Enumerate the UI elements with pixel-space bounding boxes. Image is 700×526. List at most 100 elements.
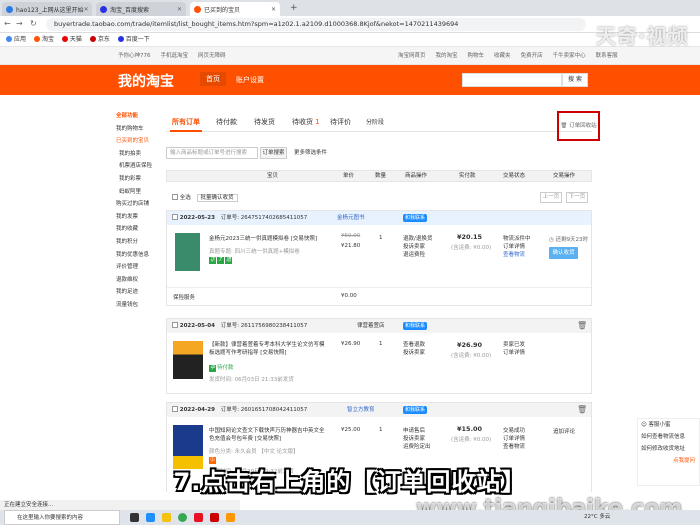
header-search-button[interactable]: 搜 索 [562, 73, 588, 87]
complain-link[interactable]: 投诉卖家 [403, 244, 425, 250]
service-link[interactable]: 联系客服 [596, 53, 618, 59]
sidebar-item-data-wallet[interactable]: 流量钱包 [116, 299, 158, 312]
sidebar-item-reviews[interactable]: 评价管理 [116, 261, 158, 274]
tab-to-review[interactable]: 待评价 [330, 117, 351, 127]
user-link[interactable]: 予你心神776 [118, 53, 151, 59]
home-link[interactable]: 淘宝网首页 [398, 53, 426, 59]
complain-link[interactable]: 投诉卖家 [403, 350, 425, 356]
edge-icon[interactable] [146, 513, 155, 522]
prev-page-button[interactable]: 上一页 [540, 192, 562, 203]
cart-link[interactable]: 购物车 [468, 53, 485, 59]
tab-to-pay[interactable]: 待付款 [216, 117, 237, 127]
task-view-icon[interactable] [130, 513, 139, 522]
product-title[interactable]: 【新款】律营着萱着专考本科大学生论文仿写模板选题写作考研指导 [交易快照] [209, 341, 329, 357]
sidebar-item-invoice[interactable]: 我的发票 [116, 211, 158, 224]
forward-icon[interactable]: → [16, 19, 23, 28]
more-filters-link[interactable]: 更多筛选条件 [294, 148, 327, 156]
order-detail-link[interactable]: 订单详情 [503, 350, 525, 356]
next-page-button[interactable]: 下一页 [566, 192, 588, 203]
bookmark-apps[interactable]: 应用 [6, 36, 26, 43]
app-icon[interactable] [226, 513, 235, 522]
order-detail-link[interactable]: 订单详情 [503, 436, 525, 442]
close-icon[interactable]: ✕ [177, 6, 182, 13]
view-logistics-link[interactable]: 查看物流 [503, 444, 525, 450]
delete-order-icon[interactable]: 🗑 [577, 321, 587, 331]
delete-order-icon[interactable]: 🗑 [577, 405, 587, 415]
shop-link[interactable]: 智立方教育 [347, 403, 375, 417]
product-title[interactable]: 金杨元2023三统一供真题模拟卷 [交易快照] [209, 235, 317, 243]
taskbar-search[interactable]: 在这里输入你要搜索的内容 [4, 510, 120, 525]
bookmark-taobao[interactable]: 淘宝 [33, 36, 54, 43]
refund-link[interactable]: 退款/退换货 [403, 236, 432, 242]
mytaobao-link[interactable]: 我的淘宝 [436, 53, 458, 59]
chrome-icon[interactable] [178, 513, 187, 522]
tab-baidu[interactable]: 淘宝_百度搜索 ✕ [96, 2, 186, 16]
order-recycle-bin-button[interactable]: 🗑 订单回收站 [557, 111, 600, 141]
sidebar-item-coupons[interactable]: 我的优惠信息 [116, 249, 158, 262]
freight-insurance-link[interactable]: 退运费险 [403, 252, 425, 258]
nav-home[interactable]: 首页 [200, 72, 226, 86]
page-title[interactable]: 我的淘宝 [118, 71, 174, 91]
sidebar-item-points[interactable]: 我的积分 [116, 236, 158, 249]
back-icon[interactable]: ← [4, 19, 11, 28]
tab-staged[interactable]: 分阶段 [366, 117, 384, 126]
tab-orders[interactable]: 已买到的宝贝 ✕ [190, 2, 280, 16]
close-icon[interactable]: ✕ [84, 6, 89, 13]
complain-link[interactable]: 投诉卖家 [403, 436, 425, 442]
product-image[interactable] [175, 233, 200, 271]
order-search-button[interactable]: 订单搜索 [260, 147, 287, 159]
product-title[interactable]: 中国知网论文查文下载快声万历神器吉中英文全色充值会号包年费 [交易快照] [209, 427, 329, 443]
sidebar-item-cart[interactable]: 我的购物车 [116, 123, 158, 136]
shop-link[interactable]: 金杨元图书 [337, 211, 365, 225]
bookmark-jd[interactable]: 京东 [89, 36, 110, 43]
close-icon[interactable]: ✕ [271, 6, 276, 13]
confirm-receipt-button[interactable]: 确认收货 [549, 247, 578, 259]
shop-link[interactable]: 律营着萱店 [357, 319, 385, 333]
after-sales-link[interactable]: 申请售后 [403, 428, 425, 434]
order-detail-link[interactable]: 订单详情 [503, 244, 525, 250]
help-title[interactable]: ☺ 客服小蜜 [638, 419, 699, 431]
order-checkbox[interactable] [172, 214, 178, 220]
sidebar-item-favorites[interactable]: 我的收藏 [116, 223, 158, 236]
sidebar-item-travel[interactable]: 机票酒店保险 [116, 160, 158, 173]
product-image[interactable] [173, 341, 203, 379]
new-tab-icon[interactable]: + [290, 3, 298, 13]
favorites-link[interactable]: 收藏夹 [494, 53, 511, 59]
sidebar-item-refunds[interactable]: 退款维权 [116, 274, 158, 287]
accessibility-link[interactable]: 网页无障碍 [198, 53, 226, 59]
sidebar-item-auction[interactable]: 我的拍卖 [116, 148, 158, 161]
contact-seller-button[interactable]: 和我联系 [403, 214, 428, 222]
tab-hao123[interactable]: hao123_上网从这里开始 ✕ [2, 2, 92, 16]
bookmark-tmall[interactable]: 天猫 [61, 36, 82, 43]
freight-insurance-link[interactable]: 运费险定出 [403, 444, 431, 450]
sidebar-item-bought[interactable]: 已买到的宝贝 [116, 135, 158, 148]
help-item-logistics[interactable]: 如何查看物流信息 [638, 431, 699, 443]
reload-icon[interactable]: ↻ [30, 19, 37, 28]
sidebar-item-lottery[interactable]: 我的彩票 [116, 173, 158, 186]
help-item-address[interactable]: 如何修改收货地址 [638, 443, 699, 455]
order-search-input[interactable]: 输入商品标题或订单号进行搜索 [166, 147, 258, 159]
batch-confirm-button[interactable]: 批量确认收货 [196, 194, 238, 202]
sidebar-item-shops[interactable]: 购买过的店铺 [116, 198, 158, 211]
order-checkbox[interactable] [172, 322, 178, 328]
contact-seller-button[interactable]: 和我联系 [403, 406, 428, 414]
sidebar-item-ant[interactable]: 蚂蚁阿里 [116, 186, 158, 199]
tab-to-ship[interactable]: 待发货 [254, 117, 275, 127]
folder-icon[interactable] [162, 513, 171, 522]
tab-all-orders[interactable]: 所有订单 [170, 117, 202, 132]
nav-account-settings[interactable]: 账户设置 [236, 75, 264, 85]
url-field[interactable]: buyertrade.taobao.com/trade/itemlist/lis… [46, 18, 586, 31]
order-checkbox[interactable] [172, 406, 178, 412]
header-search-input[interactable] [462, 73, 562, 87]
mobile-link[interactable]: 手机逛淘宝 [161, 53, 189, 59]
open-shop-link[interactable]: 免费开店 [521, 53, 543, 59]
add-review-link[interactable]: 追加评论 [553, 427, 575, 435]
bookmark-baidu[interactable]: 百度一下 [117, 36, 150, 43]
wps-icon[interactable] [210, 513, 219, 522]
view-refund-link[interactable]: 查看退款 [403, 342, 425, 348]
select-all-checkbox[interactable] [172, 194, 178, 200]
app-icon[interactable] [194, 513, 203, 522]
tab-to-receive[interactable]: 待收货 1 [292, 117, 320, 127]
view-logistics-link[interactable]: 查看物流 [503, 252, 525, 258]
sidebar-item-footprint[interactable]: 我的足迹 [116, 286, 158, 299]
